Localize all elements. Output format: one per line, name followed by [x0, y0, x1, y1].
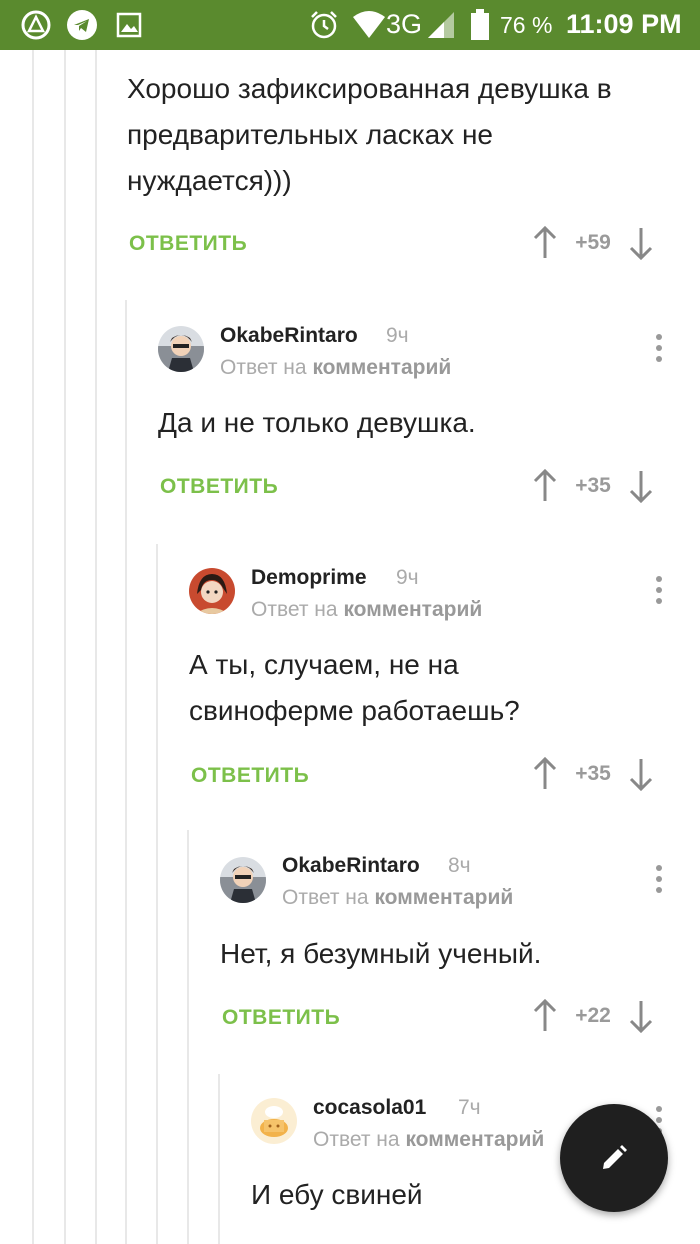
reply-to: Ответ на комментарий	[282, 886, 513, 910]
comment-line: А ты, случаем, не на	[189, 649, 459, 680]
reply-button[interactable]: ОТВЕТИТЬ	[222, 1006, 340, 1030]
signal-icon	[426, 8, 456, 42]
downvote-icon[interactable]	[628, 226, 654, 260]
clock: 11:09 PM	[566, 9, 682, 39]
image-icon	[116, 8, 142, 42]
thread-line	[218, 1074, 220, 1244]
timestamp: 9ч	[396, 566, 419, 589]
reply-button[interactable]: ОТВЕТИТЬ	[191, 764, 309, 788]
battery-icon	[470, 8, 490, 42]
reply-to-link[interactable]: комментарий	[374, 886, 513, 909]
score: +35	[575, 762, 611, 785]
vote-controls: +59	[532, 226, 654, 260]
upvote-icon[interactable]	[532, 226, 558, 260]
avatar[interactable]	[251, 1098, 297, 1144]
comment-line: Хорошо зафиксированная девушка в	[127, 73, 612, 104]
avatar[interactable]	[220, 857, 266, 903]
reply-button[interactable]: ОТВЕТИТЬ	[160, 475, 278, 499]
thread-line	[95, 50, 97, 1244]
more-options-icon[interactable]	[654, 865, 664, 899]
comment-line: свиноферме работаешь?	[189, 695, 520, 726]
comment-text: Хорошо зафиксированная девушка в предвар…	[127, 66, 612, 204]
reply-to-link[interactable]: комментарий	[405, 1128, 544, 1151]
comment-line: Нет, я безумный ученый.	[220, 938, 542, 969]
downvote-icon[interactable]	[628, 469, 654, 503]
more-options-icon[interactable]	[654, 576, 664, 610]
comment-line: нуждается)))	[127, 165, 292, 196]
vote-controls: +35	[532, 757, 654, 791]
score: +35	[575, 474, 611, 497]
username[interactable]: cocasola01	[313, 1096, 426, 1120]
thread-line	[64, 50, 66, 1244]
vote-controls: +35	[532, 469, 654, 503]
comment-line: предварительных ласках не	[127, 119, 493, 150]
status-bar: 3G 76 % 11:09 PM	[0, 0, 700, 50]
score: +59	[575, 231, 611, 254]
comment-line: И ебу свиней	[251, 1179, 423, 1210]
comment-text: Да и не только девушка.	[158, 400, 476, 446]
score: +22	[575, 1004, 611, 1027]
username[interactable]: OkabeRintaro	[220, 324, 358, 348]
upvote-icon[interactable]	[532, 999, 558, 1033]
username[interactable]: OkabeRintaro	[282, 854, 420, 878]
timestamp: 7ч	[458, 1096, 481, 1119]
timestamp: 8ч	[448, 854, 471, 877]
comment-line: Да и не только девушка.	[158, 407, 476, 438]
wifi-icon	[352, 8, 386, 42]
reply-to-link[interactable]: комментарий	[312, 356, 451, 379]
vote-controls: +22	[532, 999, 654, 1033]
alarm-icon	[308, 8, 340, 42]
thread-line	[187, 830, 189, 1244]
thread-line	[156, 544, 158, 1244]
avatar[interactable]	[189, 568, 235, 614]
comment-text: А ты, случаем, не на свиноферме работаеш…	[189, 642, 520, 734]
more-options-icon[interactable]	[654, 334, 664, 368]
comment-text: Нет, я безумный ученый.	[220, 931, 541, 977]
downvote-icon[interactable]	[628, 757, 654, 791]
thread-line	[125, 300, 127, 1244]
reply-to: Ответ на комментарий	[313, 1128, 544, 1152]
reply-to: Ответ на комментарий	[251, 598, 482, 622]
reply-to-prefix: Ответ на	[220, 356, 307, 379]
reply-button[interactable]: ОТВЕТИТЬ	[129, 232, 247, 256]
reply-to-prefix: Ответ на	[282, 886, 369, 909]
pencil-icon	[603, 1145, 627, 1169]
avatar[interactable]	[158, 326, 204, 372]
reply-to-link[interactable]: комментарий	[343, 598, 482, 621]
network-type: 3G	[386, 9, 423, 39]
app-a-icon	[20, 8, 52, 42]
reply-to-prefix: Ответ на	[251, 598, 338, 621]
reply-to-prefix: Ответ на	[313, 1128, 400, 1151]
timestamp: 9ч	[386, 324, 409, 347]
telegram-icon	[66, 8, 98, 42]
downvote-icon[interactable]	[628, 999, 654, 1033]
upvote-icon[interactable]	[532, 469, 558, 503]
write-comment-button[interactable]	[560, 1104, 668, 1212]
upvote-icon[interactable]	[532, 757, 558, 791]
battery-percent: 76 %	[500, 12, 553, 38]
username[interactable]: Demoprime	[251, 566, 367, 590]
thread-line	[32, 50, 34, 1244]
reply-to: Ответ на комментарий	[220, 356, 451, 380]
comment-text: И ебу свиней	[251, 1172, 423, 1218]
